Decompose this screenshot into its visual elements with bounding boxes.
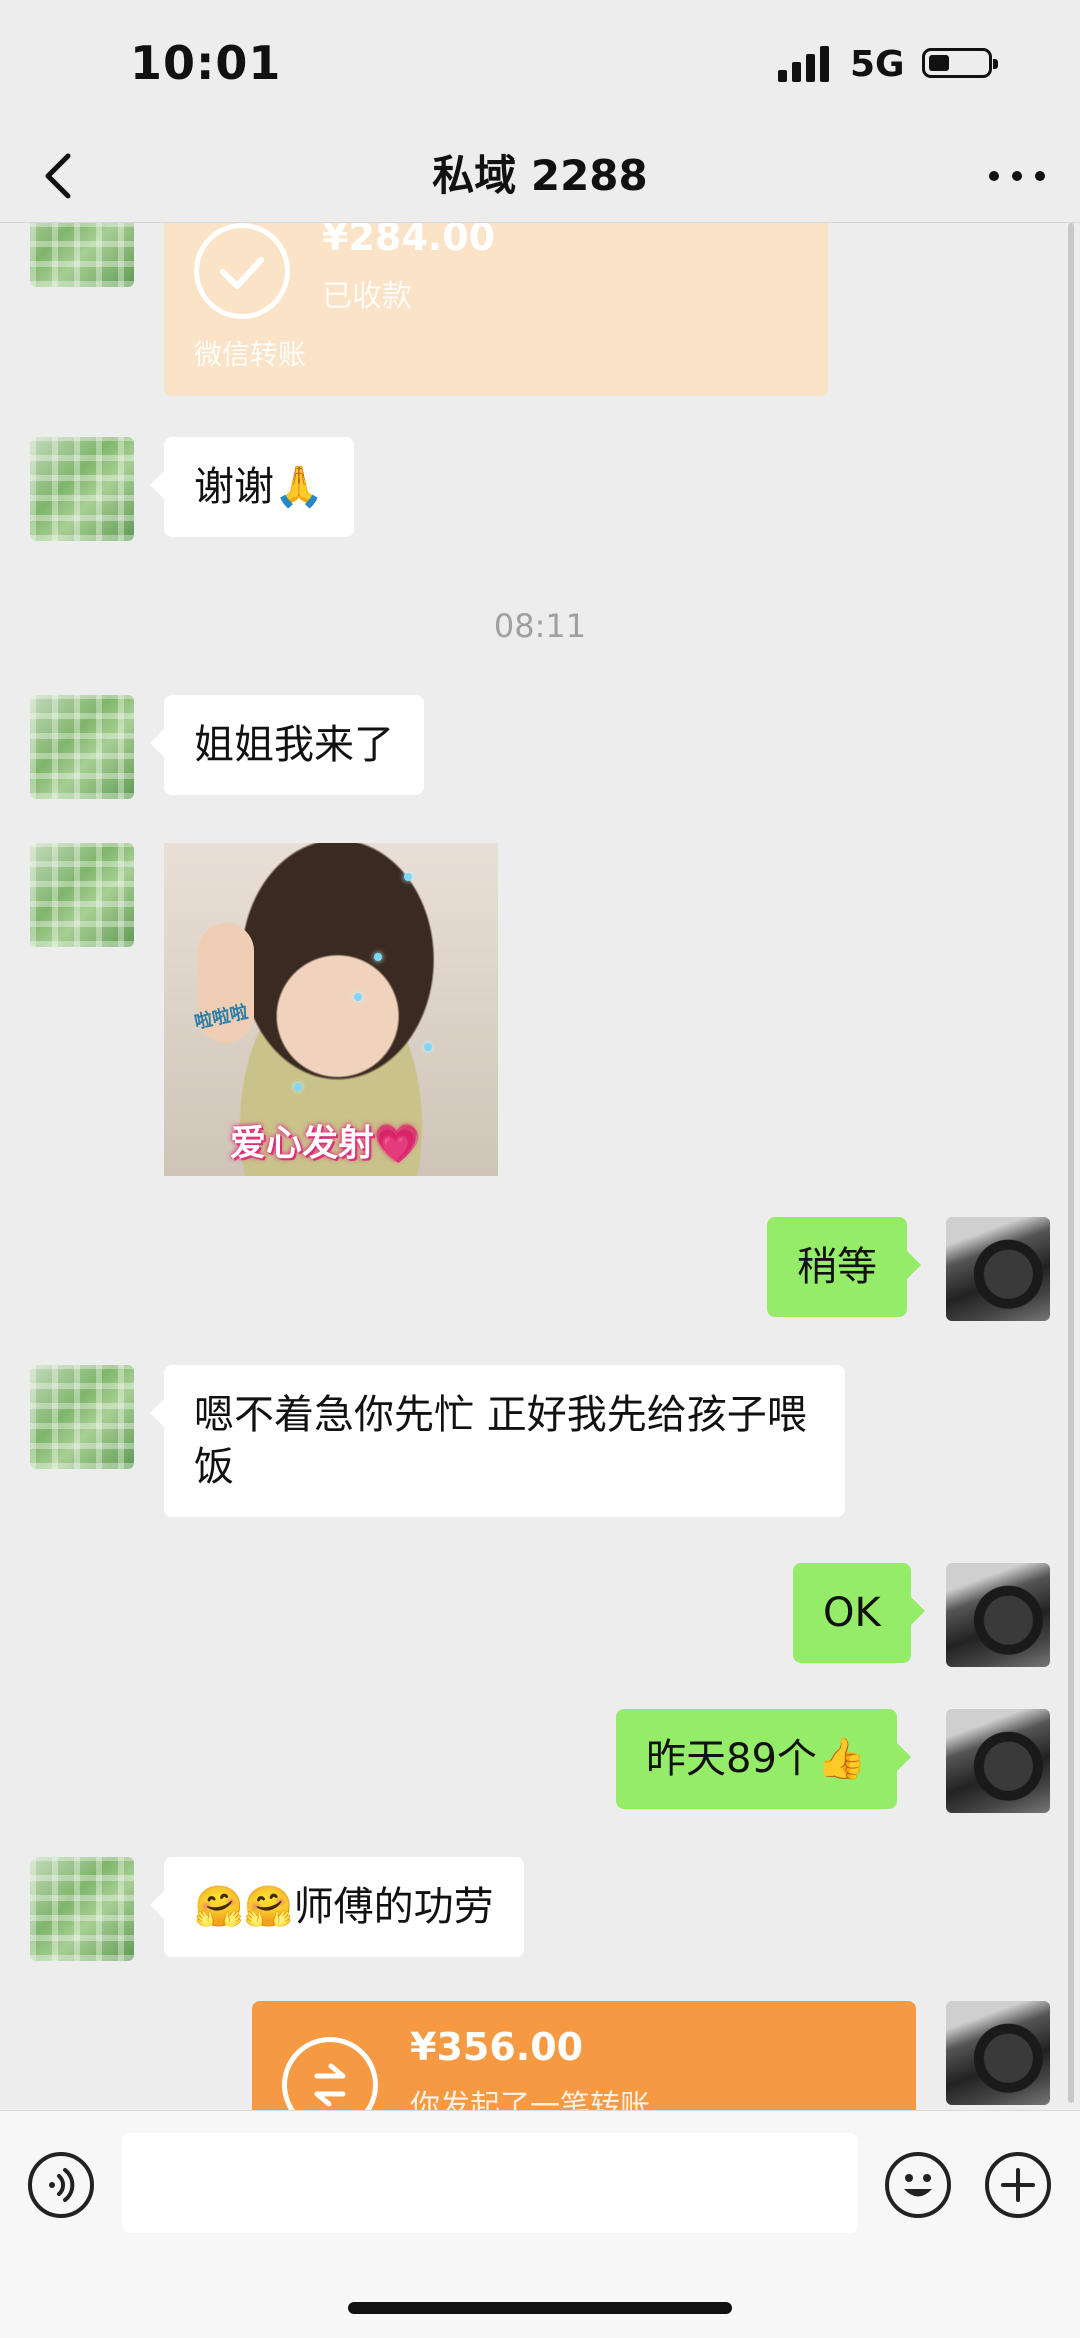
transfer-amount: ¥356.00 [410, 2025, 584, 2069]
message-bubble-out[interactable]: 稍等 [767, 1217, 921, 1317]
sparkle [424, 1043, 432, 1051]
message-bubble-in[interactable]: 姐姐我来了 [150, 695, 424, 795]
transfer-card-sent[interactable]: ¥356.00 你发起了一笔转账 [252, 2001, 916, 2110]
sparkle [354, 993, 362, 1001]
message-timestamp: 08:11 [493, 607, 587, 645]
user-avatar[interactable] [946, 1217, 1050, 1321]
sparkle [404, 873, 412, 881]
transfer-card-received[interactable]: ¥284.00 已收款 微信转账 [164, 223, 828, 396]
sparkle [294, 1083, 302, 1091]
transfer-footer: 微信转账 [194, 338, 307, 371]
user-avatar[interactable] [946, 2001, 1050, 2105]
user-avatar[interactable] [946, 1709, 1050, 1813]
battery-icon [922, 48, 998, 78]
chat-area[interactable]: ¥284.00 已收款 微信转账 谢谢🙏 08:11 姐姐我来了 啦啦啦 爱心发… [0, 223, 1080, 2110]
user-avatar[interactable] [946, 1563, 1050, 1667]
contact-avatar[interactable] [30, 695, 134, 799]
more-icon[interactable] [982, 146, 1052, 206]
contact-avatar[interactable] [30, 1365, 134, 1469]
transfer-amount: ¥284.00 [322, 223, 496, 259]
voice-icon[interactable] [28, 2152, 94, 2218]
network-type: 5G [850, 44, 905, 85]
chat-title: 私域 2288 [432, 151, 648, 200]
message-bubble-out[interactable]: OK [793, 1563, 925, 1663]
transfer-status: 已收款 [322, 279, 412, 314]
contact-avatar[interactable] [30, 843, 134, 947]
check-icon [194, 223, 290, 319]
message-bubble-out[interactable]: 昨天89个👍 [616, 1709, 911, 1809]
sticker-image[interactable]: 啦啦啦 爱心发射💗 [164, 843, 498, 1176]
contact-avatar[interactable] [30, 437, 134, 541]
emoji-icon[interactable] [885, 2152, 951, 2218]
message-bubble-in[interactable]: 🤗🤗师傅的功劳 [150, 1857, 524, 1957]
message-input[interactable] [122, 2133, 858, 2233]
sticker-caption: 爱心发射💗 [230, 1123, 419, 1164]
scrollbar[interactable] [1068, 223, 1074, 2103]
plus-icon[interactable] [985, 2152, 1051, 2218]
message-bubble-in[interactable]: 谢谢🙏 [150, 437, 354, 537]
status-bar: 10:01 5G [0, 0, 1080, 130]
signal-icon [778, 46, 829, 82]
transfer-status: 你发起了一笔转账 [410, 2089, 650, 2110]
transfer-icon [282, 2037, 378, 2110]
message-bubble-in[interactable]: 嗯不着急你先忙 正好我先给孩子喂饭 [150, 1365, 845, 1517]
sparkle [374, 953, 382, 961]
nav-bar: 私域 2288 [0, 130, 1080, 223]
status-time: 10:01 [130, 36, 282, 90]
contact-avatar[interactable] [30, 223, 134, 287]
contact-avatar[interactable] [30, 1857, 134, 1961]
home-indicator[interactable] [348, 2302, 732, 2314]
